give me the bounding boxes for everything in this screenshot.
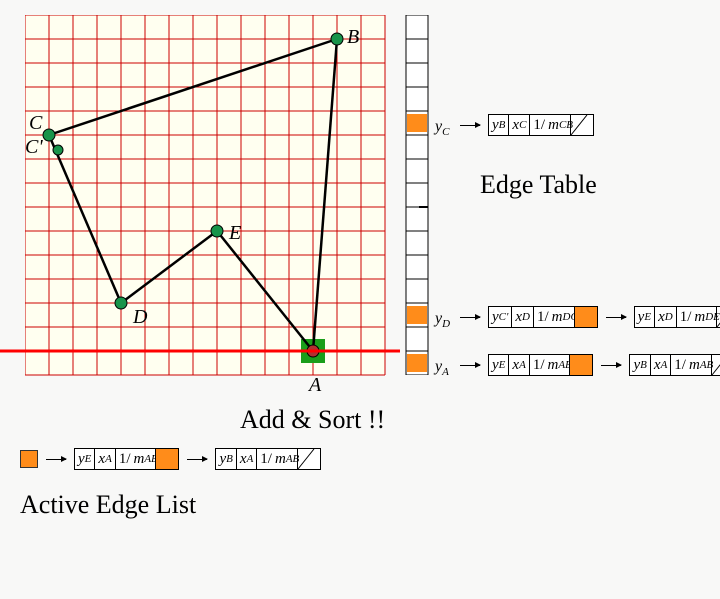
arrow-icon	[460, 125, 480, 126]
edge-node: yBxC1/mCB	[488, 114, 594, 136]
svg-text:A: A	[307, 374, 322, 395]
bucket-label-ya: yA	[435, 358, 449, 378]
edge-node: yExA1/mAE	[488, 354, 593, 376]
active-edge-list-label: Active Edge List	[20, 490, 196, 520]
arrow-icon	[460, 365, 480, 366]
edge-node: yExA1/mAE	[74, 448, 179, 470]
svg-text:D: D	[132, 306, 148, 328]
polygon-grid: A B C C' D E	[25, 15, 405, 400]
arrow-icon	[460, 317, 480, 318]
svg-text:C': C'	[25, 136, 43, 158]
add-sort-label: Add & Sort !!	[240, 405, 385, 435]
edge-node: yExD1/mDE	[634, 306, 720, 328]
svg-text:B: B	[347, 26, 359, 48]
arrow-icon	[606, 317, 626, 318]
edge-node: yC'xD1/mDC	[488, 306, 598, 328]
arrow-icon	[601, 365, 621, 366]
et-row-yd: yC'xD1/mDC yExD1/mDE	[460, 306, 720, 328]
scanline	[0, 348, 400, 354]
bucket-label-yd: yD	[435, 310, 450, 330]
grid-lines	[25, 15, 385, 375]
svg-text:C: C	[29, 112, 43, 134]
arrow-icon	[46, 459, 66, 460]
svg-text:E: E	[228, 222, 241, 244]
et-row-ya: yExA1/mAE yBxA1/mAB	[460, 354, 720, 376]
et-row-yc: yBxC1/mCB	[460, 114, 594, 136]
bucket-array	[405, 15, 433, 380]
edge-node: yBxA1/mAB	[215, 448, 320, 470]
edge-node: yBxA1/mAB	[629, 354, 720, 376]
arrow-icon	[187, 459, 207, 460]
bucket-label-yc: yC	[435, 118, 449, 138]
edge-table-label: Edge Table	[480, 170, 597, 200]
ael-row: yExA1/mAE yBxA1/mAB	[20, 448, 321, 470]
ael-head-pointer	[20, 450, 38, 468]
